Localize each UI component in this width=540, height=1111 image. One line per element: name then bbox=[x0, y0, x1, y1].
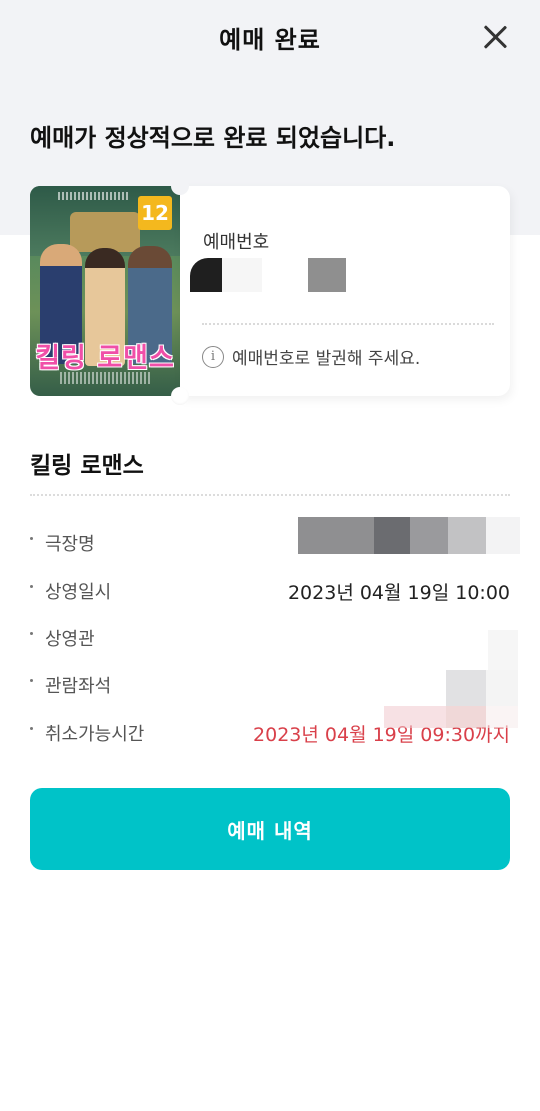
detail-label: 상영일시 bbox=[45, 582, 112, 603]
page-title: 예매 완료 bbox=[219, 25, 321, 54]
detail-value: 2023년 04월 19일 10:00 bbox=[287, 582, 510, 604]
close-icon[interactable] bbox=[480, 22, 510, 52]
detail-row-showtime: 상영일시 2023년 04월 19일 10:00 bbox=[30, 576, 510, 606]
divider bbox=[202, 323, 494, 325]
booking-number-label: 예매번호 bbox=[203, 232, 270, 253]
detail-label: 극장명 bbox=[45, 534, 95, 555]
movie-title: 킬링 로맨스 bbox=[30, 453, 144, 479]
ticket-card: 킬링 로맨스 12 예매번호 i 예매번호로 발권해 주세요. bbox=[30, 177, 510, 405]
detail-label: 상영관 bbox=[45, 629, 95, 650]
age-rating-badge: 12 bbox=[138, 196, 172, 230]
booking-info-card: 예매번호 i 예매번호로 발권해 주세요. bbox=[171, 177, 510, 405]
movie-poster: 킬링 로맨스 12 bbox=[30, 186, 180, 396]
issue-notice: i 예매번호로 발권해 주세요. bbox=[202, 344, 420, 369]
theater-name-masked bbox=[298, 517, 520, 554]
divider bbox=[30, 494, 510, 496]
booking-number-masked bbox=[190, 258, 346, 294]
completion-message: 예매가 정상적으로 완료 되었습니다. bbox=[30, 124, 396, 152]
detail-label: 취소가능시간 bbox=[45, 724, 145, 745]
info-icon: i bbox=[202, 345, 224, 368]
booking-history-button[interactable]: 예매 내역 bbox=[30, 788, 510, 870]
detail-label: 관람좌석 bbox=[45, 676, 112, 697]
issue-notice-text: 예매번호로 발권해 주세요. bbox=[232, 349, 421, 369]
header: 예매 완료 bbox=[0, 0, 540, 74]
poster-title: 킬링 로맨스 bbox=[35, 343, 175, 374]
seat-info-masked bbox=[384, 630, 524, 730]
